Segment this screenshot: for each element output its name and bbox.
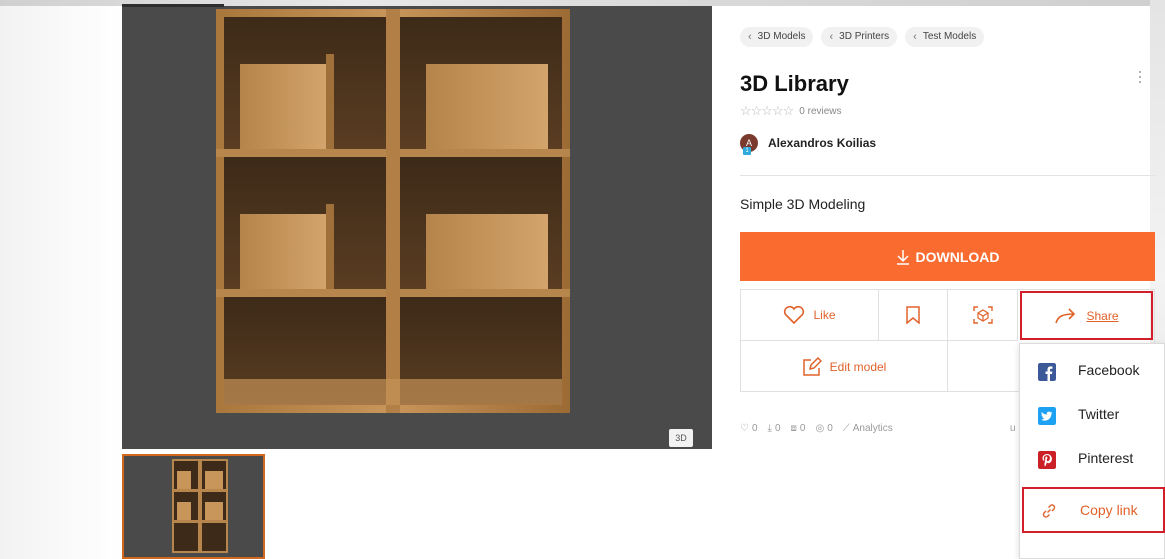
heart-outline-icon: ♡ [740, 423, 749, 434]
avatar-level-badge: 1 [743, 147, 751, 155]
link-icon [1042, 504, 1056, 518]
avatar: A 1 [740, 134, 758, 155]
copy-link-button[interactable]: Copy link [1022, 487, 1165, 533]
ar-count-value: 0 [799, 423, 806, 434]
download-button[interactable]: DOWNLOAD [740, 232, 1155, 281]
page-background [0, 0, 122, 559]
breadcrumb-item-3d-printers[interactable]: ‹ 3D Printers [821, 27, 898, 47]
more-options-icon[interactable] [1136, 68, 1144, 88]
view-count-value: 0 [827, 423, 833, 434]
ar-cube-icon: ⧈ [790, 423, 797, 434]
download-icon: ⤓ [767, 423, 772, 434]
facebook-label: Facebook [1078, 362, 1140, 378]
author[interactable]: A 1 Alexandros Koilias [740, 134, 876, 155]
author-name[interactable]: Alexandros Koilias [768, 136, 876, 150]
chevron-left-icon: ‹ [913, 31, 917, 43]
page-title: 3D Library [740, 71, 849, 96]
facebook-icon [1038, 363, 1056, 381]
download-icon [896, 249, 909, 265]
viewer-tab [122, 4, 224, 7]
heart-icon [784, 306, 805, 324]
download-count-value: 0 [774, 423, 781, 434]
like-count-value: 0 [751, 423, 758, 434]
share-label: Share [1086, 308, 1119, 323]
model-description: Simple 3D Modeling [740, 196, 866, 212]
view-count: ◎ 0 [815, 423, 832, 434]
breadcrumb: ‹ 3D Models ‹ 3D Printers ‹ Test Models [740, 27, 985, 47]
like-count: ♡ 0 [740, 423, 758, 434]
analytics-chart-icon: ⟋ [842, 423, 850, 434]
download-count: ⤓ 0 [768, 423, 781, 434]
analytics-label: Analytics [852, 423, 893, 434]
twitter-icon [1038, 407, 1056, 425]
model-stats: ♡ 0 ⤓ 0 ⧈ 0 ◎ 0 ⟋ Analytics [740, 423, 893, 434]
like-label: Like [813, 308, 836, 322]
star-rating-icon: ☆☆☆☆☆ [740, 103, 794, 118]
eye-icon: ◎ [815, 423, 825, 434]
divider [740, 175, 1155, 176]
bookmark-icon [906, 306, 920, 324]
upload-info: u [1010, 423, 1016, 434]
breadcrumb-label: Test Models [922, 31, 977, 42]
pinterest-icon [1038, 451, 1056, 469]
download-label: DOWNLOAD [915, 248, 1000, 265]
edit-model-button[interactable]: Edit model [741, 341, 948, 392]
rating[interactable]: ☆☆☆☆☆ 0 reviews [740, 103, 842, 119]
breadcrumb-item-test-models[interactable]: ‹ Test Models [905, 27, 985, 47]
breadcrumb-item-3d-models[interactable]: ‹ 3D Models [740, 27, 814, 47]
review-count: 0 reviews [799, 105, 842, 117]
ar-count: ⧈ 0 [791, 423, 806, 434]
analytics-link[interactable]: ⟋ Analytics [843, 423, 893, 434]
edit-model-label: Edit model [829, 359, 887, 374]
bookshelf-thumbnail-image [172, 459, 228, 553]
like-button[interactable]: Like [741, 290, 879, 341]
chevron-left-icon: ‹ [748, 31, 752, 43]
share-twitter[interactable]: Twitter [1020, 395, 1165, 435]
share-facebook[interactable]: Facebook [1020, 351, 1165, 391]
breadcrumb-label: 3D Printers [839, 31, 890, 42]
thumbnail-selected[interactable] [122, 454, 265, 559]
share-pinterest[interactable]: Pinterest [1020, 439, 1165, 479]
ar-view-button[interactable] [948, 290, 1018, 341]
bookmark-button[interactable] [879, 290, 948, 341]
bookshelf-model-image [216, 9, 570, 413]
ar-cube-icon [972, 306, 993, 324]
twitter-label: Twitter [1078, 406, 1120, 422]
copy-link-label: Copy link [1080, 502, 1138, 518]
share-menu: Facebook Twitter Pinterest Copy link [1019, 343, 1165, 559]
chevron-left-icon: ‹ [829, 31, 834, 43]
edit-pencil-icon [802, 356, 822, 376]
share-button[interactable]: Share [1020, 291, 1153, 340]
view-3d-badge[interactable]: 3D [669, 429, 693, 447]
breadcrumb-label: 3D Models [757, 31, 806, 42]
pinterest-label: Pinterest [1078, 450, 1134, 466]
share-arrow-icon [1055, 307, 1076, 323]
